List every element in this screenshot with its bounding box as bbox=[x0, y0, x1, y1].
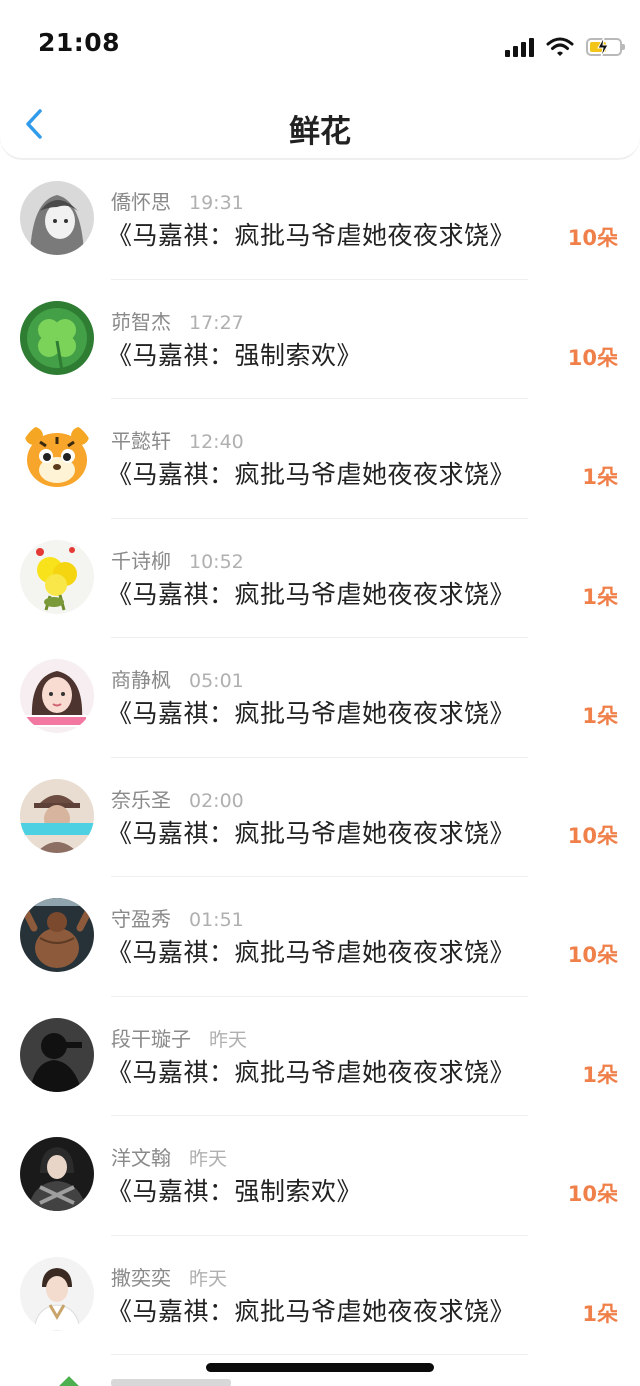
home-indicator[interactable] bbox=[206, 1363, 434, 1372]
book-title: 《马嘉祺：强制索欢》 bbox=[107, 1177, 363, 1206]
list-item[interactable]: 平懿轩 12:40 《马嘉祺：疯批马爷虐她夜夜求饶》 1朵 bbox=[0, 399, 640, 519]
list-item[interactable]: 撒奕奕 昨天 《马嘉祺：疯批马爷虐她夜夜求饶》 1朵 bbox=[0, 1236, 640, 1355]
next-list-item-partial bbox=[0, 1376, 640, 1386]
book-title: 《马嘉祺：疯批马爷虐她夜夜求饶》 bbox=[107, 1057, 516, 1087]
sender-name: 商静枫 bbox=[111, 668, 171, 692]
flower-count: 10朵 bbox=[567, 823, 618, 848]
sender-name: 平懿轩 bbox=[111, 429, 171, 453]
navigation-bar: 鲜花 bbox=[0, 92, 640, 159]
avatar[interactable] bbox=[20, 778, 94, 853]
avatar[interactable] bbox=[20, 898, 94, 972]
flower-count: 10朵 bbox=[567, 943, 618, 967]
book-title: 《马嘉祺：疯批马爷虐她夜夜求饶》 bbox=[107, 221, 516, 250]
list-item[interactable]: 茆智杰 17:27 《马嘉祺：强制索欢》 10朵 bbox=[0, 280, 640, 399]
list-item[interactable]: 奈乐圣 02:00 《马嘉祺：疯批马爷虐她夜夜求饶》 10朵 bbox=[0, 758, 640, 877]
avatar[interactable] bbox=[20, 420, 94, 494]
timestamp: 12:40 bbox=[189, 431, 244, 453]
list-item[interactable]: 守盈秀 01:51 《马嘉祺：疯批马爷虐她夜夜求饶》 10朵 bbox=[0, 877, 640, 997]
flower-count: 1朵 bbox=[582, 1062, 618, 1087]
flower-count: 1朵 bbox=[582, 584, 618, 609]
flower-count: 1朵 bbox=[582, 704, 618, 728]
sender-name: 撒奕奕 bbox=[111, 1265, 171, 1290]
flower-count: 1朵 bbox=[582, 465, 618, 489]
list-item[interactable]: 洋文翰 昨天 《马嘉祺：强制索欢》 10朵 bbox=[0, 1116, 640, 1236]
list-item[interactable]: 千诗柳 10:52 《马嘉祺：疯批马爷虐她夜夜求饶》 1朵 bbox=[0, 519, 640, 638]
flower-count: 10朵 bbox=[567, 226, 618, 250]
wifi-icon bbox=[546, 37, 574, 56]
timestamp: 17:27 bbox=[189, 311, 244, 334]
timestamp: 01:51 bbox=[189, 909, 244, 931]
sender-name-placeholder bbox=[111, 1379, 231, 1386]
sender-name: 茆智杰 bbox=[111, 309, 171, 334]
avatar[interactable] bbox=[20, 1017, 94, 1092]
sender-name: 段干璇子 bbox=[111, 1026, 191, 1051]
flower-gift-list: 僑怀思 19:31 《马嘉祺：疯批马爷虐她夜夜求饶》 10朵 茆智杰 17:27 《… bbox=[0, 160, 640, 1355]
sender-name: 守盈秀 bbox=[111, 907, 171, 931]
signal-icon bbox=[505, 37, 534, 57]
timestamp: 19:31 bbox=[189, 192, 244, 214]
divider bbox=[111, 1354, 528, 1355]
flower-count: 10朵 bbox=[567, 1182, 618, 1206]
book-title: 《马嘉祺：疯批马爷虐她夜夜求饶》 bbox=[107, 699, 516, 728]
book-title: 《马嘉祺：疯批马爷虐她夜夜求饶》 bbox=[107, 460, 516, 489]
avatar[interactable] bbox=[20, 300, 94, 375]
avatar[interactable] bbox=[20, 659, 94, 733]
book-title: 《马嘉祺：疯批马爷虐她夜夜求饶》 bbox=[107, 938, 516, 967]
list-item[interactable]: 商静枫 05:01 《马嘉祺：疯批马爷虐她夜夜求饶》 1朵 bbox=[0, 638, 640, 758]
sender-name: 奈乐圣 bbox=[111, 787, 171, 812]
flower-count: 1朵 bbox=[582, 1301, 618, 1326]
book-title: 《马嘉祺：强制索欢》 bbox=[107, 340, 363, 370]
book-title: 《马嘉祺：疯批马爷虐她夜夜求饶》 bbox=[107, 818, 516, 848]
book-title: 《马嘉祺：疯批马爷虐她夜夜求饶》 bbox=[107, 579, 516, 609]
timestamp: 昨天 bbox=[189, 1148, 228, 1170]
flower-count: 10朵 bbox=[567, 345, 618, 370]
page-title: 鲜花 bbox=[289, 114, 351, 150]
sender-name: 千诗柳 bbox=[111, 548, 171, 573]
list-item[interactable]: 僑怀思 19:31 《马嘉祺：疯批马爷虐她夜夜求饶》 10朵 bbox=[0, 160, 640, 280]
battery-icon bbox=[586, 37, 625, 57]
status-icons bbox=[505, 34, 625, 60]
status-time: 21:08 bbox=[38, 28, 121, 57]
book-title: 《马嘉祺：疯批马爷虐她夜夜求饶》 bbox=[107, 1296, 516, 1326]
timestamp: 10:52 bbox=[189, 550, 244, 573]
avatar bbox=[59, 1376, 79, 1386]
avatar[interactable] bbox=[20, 1137, 94, 1211]
timestamp: 昨天 bbox=[209, 1028, 248, 1051]
timestamp: 昨天 bbox=[189, 1267, 228, 1290]
avatar[interactable] bbox=[20, 1256, 94, 1331]
sender-name: 僑怀思 bbox=[111, 190, 171, 214]
avatar[interactable] bbox=[20, 539, 94, 614]
sender-name: 洋文翰 bbox=[111, 1146, 171, 1170]
status-bar: 21:08 bbox=[0, 0, 640, 92]
timestamp: 02:00 bbox=[189, 789, 244, 812]
avatar[interactable] bbox=[20, 181, 94, 255]
list-item[interactable]: 段干璇子 昨天 《马嘉祺：疯批马爷虐她夜夜求饶》 1朵 bbox=[0, 997, 640, 1116]
timestamp: 05:01 bbox=[189, 670, 244, 692]
